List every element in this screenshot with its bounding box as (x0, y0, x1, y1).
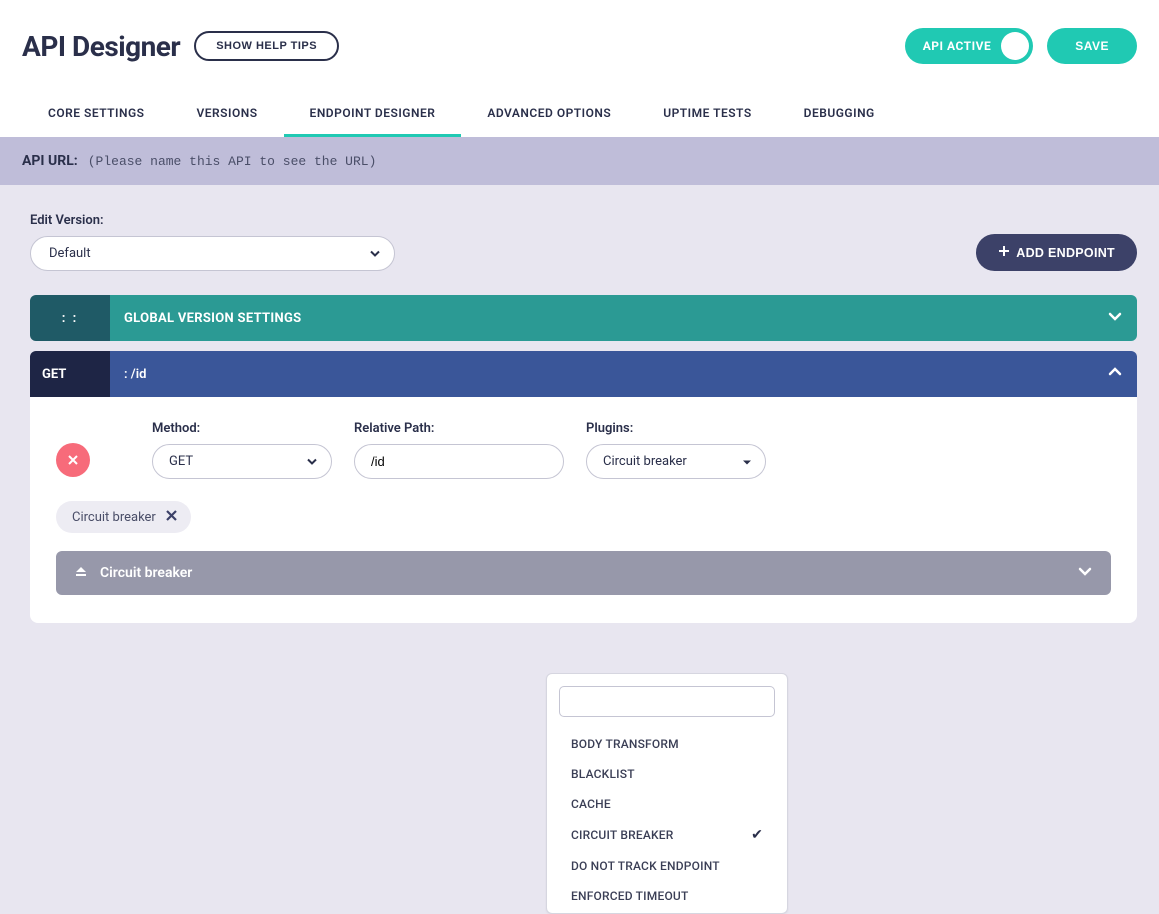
collapse-title: Circuit breaker (100, 565, 192, 581)
close-icon (68, 453, 78, 468)
chevron-down-icon (1077, 563, 1093, 583)
tab-uptime-tests[interactable]: UPTIME TESTS (637, 94, 777, 137)
circuit-breaker-collapse[interactable]: Circuit breaker (56, 551, 1111, 595)
plugins-select[interactable]: Circuit breaker (586, 444, 766, 479)
dropdown-item-do-not-track[interactable]: DO NOT TRACK ENDPOINT (547, 851, 787, 881)
plus-icon (998, 245, 1010, 260)
global-settings-title-row: GLOBAL VERSION SETTINGS (110, 295, 1137, 341)
chevron-up-icon[interactable] (1107, 364, 1123, 384)
header-top: API Designer SHOW HELP TIPS API ACTIVE S… (22, 28, 1137, 64)
dropdown-item-cache[interactable]: CACHE (547, 789, 787, 819)
api-url-label: API URL: (22, 153, 78, 169)
method-field: Method: GET (152, 421, 332, 479)
plugins-select-wrap[interactable]: Circuit breaker (586, 444, 766, 479)
content: Edit Version: Default ADD ENDPOINT : : G… (0, 185, 1159, 623)
header-right: API ACTIVE SAVE (905, 28, 1137, 64)
tabs: CORE SETTINGS VERSIONS ENDPOINT DESIGNER… (22, 94, 1137, 137)
drag-handle-icon: : : (30, 295, 110, 341)
endpoint-bar[interactable]: GET : /id (30, 351, 1137, 397)
endpoint-method-badge: GET (30, 351, 110, 397)
remove-tag-button[interactable] (166, 509, 177, 525)
tab-debugging[interactable]: DEBUGGING (778, 94, 901, 137)
endpoint-path-badge: : /id (124, 367, 146, 382)
save-button[interactable]: SAVE (1047, 28, 1137, 64)
dropdown-item-blacklist[interactable]: BLACKLIST (547, 759, 787, 789)
dropdown-item-label: CACHE (571, 797, 611, 811)
plugins-field: Plugins: Circuit breaker (586, 421, 766, 479)
dropdown-item-label: CIRCUIT BREAKER (571, 828, 674, 842)
add-endpoint-button[interactable]: ADD ENDPOINT (976, 234, 1137, 271)
dropdown-item-circuit-breaker[interactable]: CIRCUIT BREAKER ✔ (547, 819, 787, 851)
api-url-bar: API URL: (Please name this API to see th… (0, 137, 1159, 185)
plugins-label: Plugins: (586, 421, 766, 436)
edit-version-label: Edit Version: (30, 213, 395, 228)
relative-path-label: Relative Path: (354, 421, 564, 436)
collapse-left: Circuit breaker (74, 564, 192, 582)
method-select-wrap[interactable]: GET (152, 444, 332, 479)
chevron-down-icon[interactable] (1107, 308, 1123, 328)
endpoint-path-row: : /id (110, 351, 1137, 397)
plugin-tag-circuit-breaker: Circuit breaker (56, 501, 191, 533)
check-icon: ✔ (751, 827, 763, 843)
add-endpoint-label: ADD ENDPOINT (1016, 246, 1115, 260)
dropdown-search-input[interactable] (559, 686, 775, 717)
dropdown-list[interactable]: BODY TRANSFORM BLACKLIST CACHE CIRCUIT B… (547, 723, 787, 913)
dropdown-item-label: BLACKLIST (571, 767, 635, 781)
global-settings-bar[interactable]: : : GLOBAL VERSION SETTINGS (30, 295, 1137, 341)
dropdown-item-label: BODY TRANSFORM (571, 737, 679, 751)
tab-endpoint-designer[interactable]: ENDPOINT DESIGNER (284, 94, 462, 137)
relative-path-input[interactable] (354, 444, 564, 479)
plugin-tags: Circuit breaker (56, 501, 1111, 533)
show-help-tips-button[interactable]: SHOW HELP TIPS (194, 31, 339, 61)
plugin-tag-label: Circuit breaker (72, 510, 156, 525)
endpoint-form-row: Method: GET Relative Path: Plugins: Circ… (56, 421, 1111, 479)
api-active-toggle[interactable]: API ACTIVE (905, 28, 1033, 64)
dropdown-search-wrap (559, 686, 775, 717)
tab-versions[interactable]: VERSIONS (171, 94, 284, 137)
edit-version-field: Edit Version: Default (30, 213, 395, 271)
relative-path-field: Relative Path: (354, 421, 564, 479)
toggle-knob-icon (1001, 32, 1029, 60)
plugins-dropdown: BODY TRANSFORM BLACKLIST CACHE CIRCUIT B… (546, 673, 788, 914)
endpoint-body: Method: GET Relative Path: Plugins: Circ… (30, 397, 1137, 623)
api-url-value: (Please name this API to see the URL) (88, 154, 377, 169)
method-label: Method: (152, 421, 332, 436)
tab-core-settings[interactable]: CORE SETTINGS (22, 94, 171, 137)
api-active-label: API ACTIVE (923, 39, 991, 53)
dropdown-item-enforced-timeout[interactable]: ENFORCED TIMEOUT (547, 881, 787, 911)
dropdown-item-label: DO NOT TRACK ENDPOINT (571, 859, 720, 873)
eject-icon (74, 564, 88, 582)
delete-endpoint-button[interactable] (56, 443, 90, 477)
header-left: API Designer SHOW HELP TIPS (22, 30, 339, 63)
page-title: API Designer (22, 30, 180, 63)
global-settings-title: GLOBAL VERSION SETTINGS (124, 311, 301, 326)
tab-advanced-options[interactable]: ADVANCED OPTIONS (461, 94, 637, 137)
dropdown-item-label: ENFORCED TIMEOUT (571, 889, 689, 903)
method-select[interactable]: GET (152, 444, 332, 479)
header: API Designer SHOW HELP TIPS API ACTIVE S… (0, 0, 1159, 137)
edit-version-row: Edit Version: Default ADD ENDPOINT (30, 213, 1137, 271)
edit-version-select[interactable]: Default (30, 236, 395, 271)
edit-version-select-wrap[interactable]: Default (30, 236, 395, 271)
